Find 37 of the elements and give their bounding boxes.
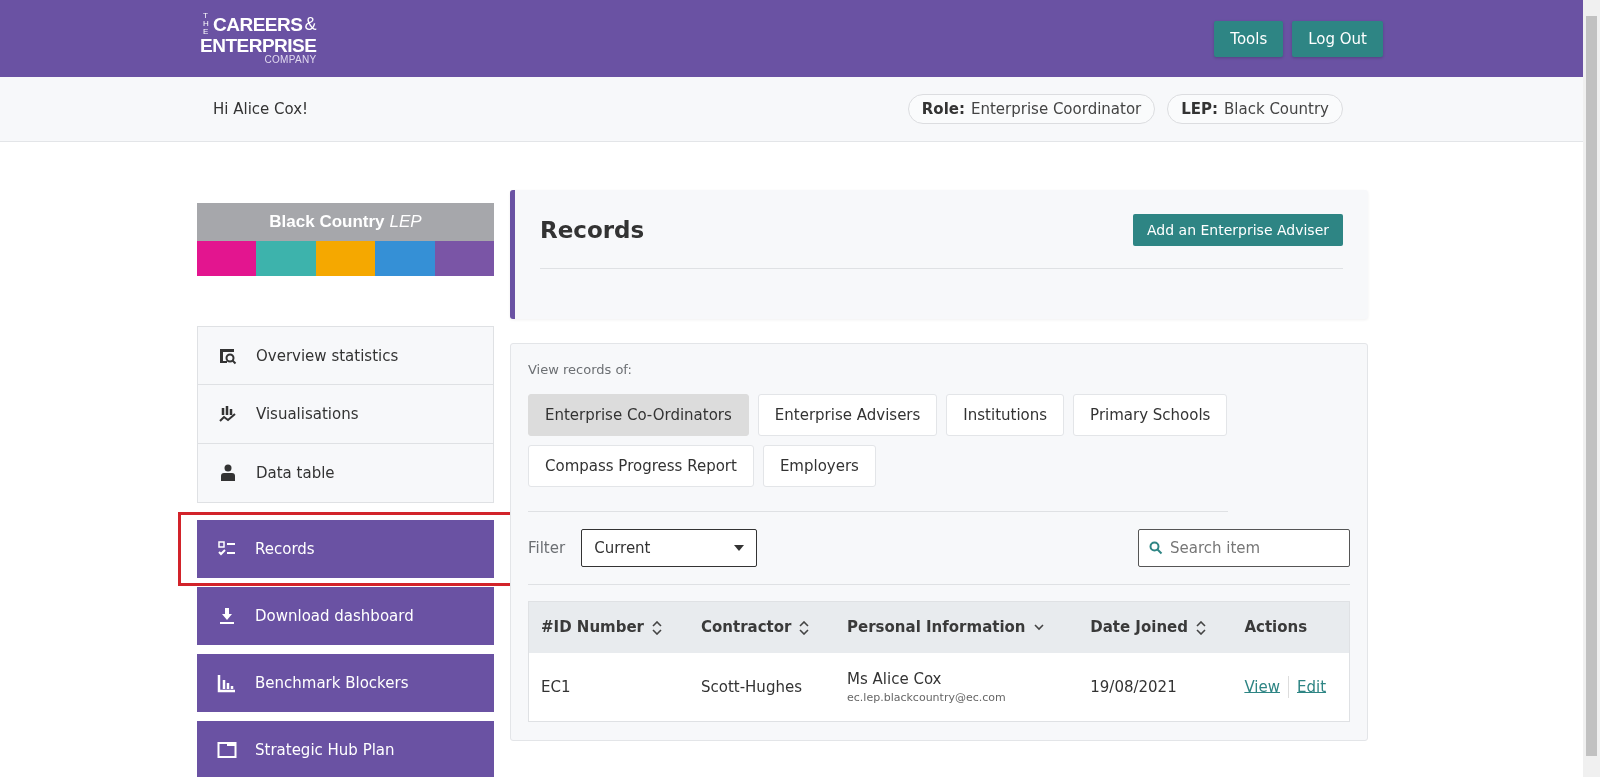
sidebar-link[interactable]: Overview statistics bbox=[197, 326, 494, 385]
sidebar-link[interactable]: Visualisations bbox=[197, 385, 494, 444]
category-tab[interactable]: Enterprise Co-Ordinators bbox=[528, 394, 749, 436]
table-cell: Scott-Hughes bbox=[688, 652, 836, 722]
view-label: View records of: bbox=[528, 362, 633, 377]
header-button[interactable]: Log Out bbox=[1292, 20, 1383, 57]
sidebar-button[interactable]: Download dashboard bbox=[197, 587, 494, 645]
column-header: Actions bbox=[1232, 601, 1350, 653]
add-button[interactable]: Add an Enterprise Adviser bbox=[1133, 214, 1343, 246]
table-cell: EC1 bbox=[528, 652, 689, 722]
sidebar-button[interactable]: Records bbox=[197, 520, 494, 578]
column-header[interactable]: #ID Number bbox=[528, 601, 689, 653]
category-tab[interactable]: Institutions bbox=[946, 394, 1065, 436]
category-tab[interactable]: Primary Schools bbox=[1073, 394, 1228, 436]
page-title: Records bbox=[540, 217, 645, 243]
action-link[interactable]: View bbox=[1244, 677, 1280, 696]
info-pill: Role: Enterprise Coordinator bbox=[907, 94, 1156, 124]
lep-banner: Black Country LEP bbox=[197, 203, 494, 276]
table-cell: 19/08/2021 bbox=[1078, 652, 1233, 722]
sidebar-button[interactable]: Benchmark Blockers bbox=[197, 654, 494, 712]
column-header[interactable]: Personal Information bbox=[835, 601, 1079, 653]
info-pill: LEP: Black Country bbox=[1167, 94, 1343, 124]
column-header[interactable]: Date Joined bbox=[1078, 601, 1233, 653]
search-field[interactable]: Search item bbox=[1138, 529, 1350, 567]
filter-select[interactable]: Current bbox=[581, 529, 758, 567]
header-button[interactable]: Tools bbox=[1214, 20, 1284, 57]
person-name: Ms Alice Cox bbox=[847, 669, 943, 688]
greeting-text: Hi Alice Cox! bbox=[213, 100, 309, 118]
filter-label: Filter bbox=[528, 539, 566, 557]
category-tab[interactable]: Employers bbox=[762, 445, 876, 487]
sidebar-link[interactable]: Data table bbox=[197, 444, 494, 503]
email-text: ec.lep.blackcountry@ec.com bbox=[847, 690, 1007, 704]
category-tab[interactable]: Enterprise Advisers bbox=[757, 394, 938, 436]
sidebar-button[interactable]: Strategic Hub Plan bbox=[197, 721, 494, 777]
column-header[interactable]: Contractor bbox=[688, 601, 836, 653]
action-link[interactable]: Edit bbox=[1297, 677, 1327, 696]
category-tab[interactable]: Compass Progress Report bbox=[528, 445, 754, 487]
